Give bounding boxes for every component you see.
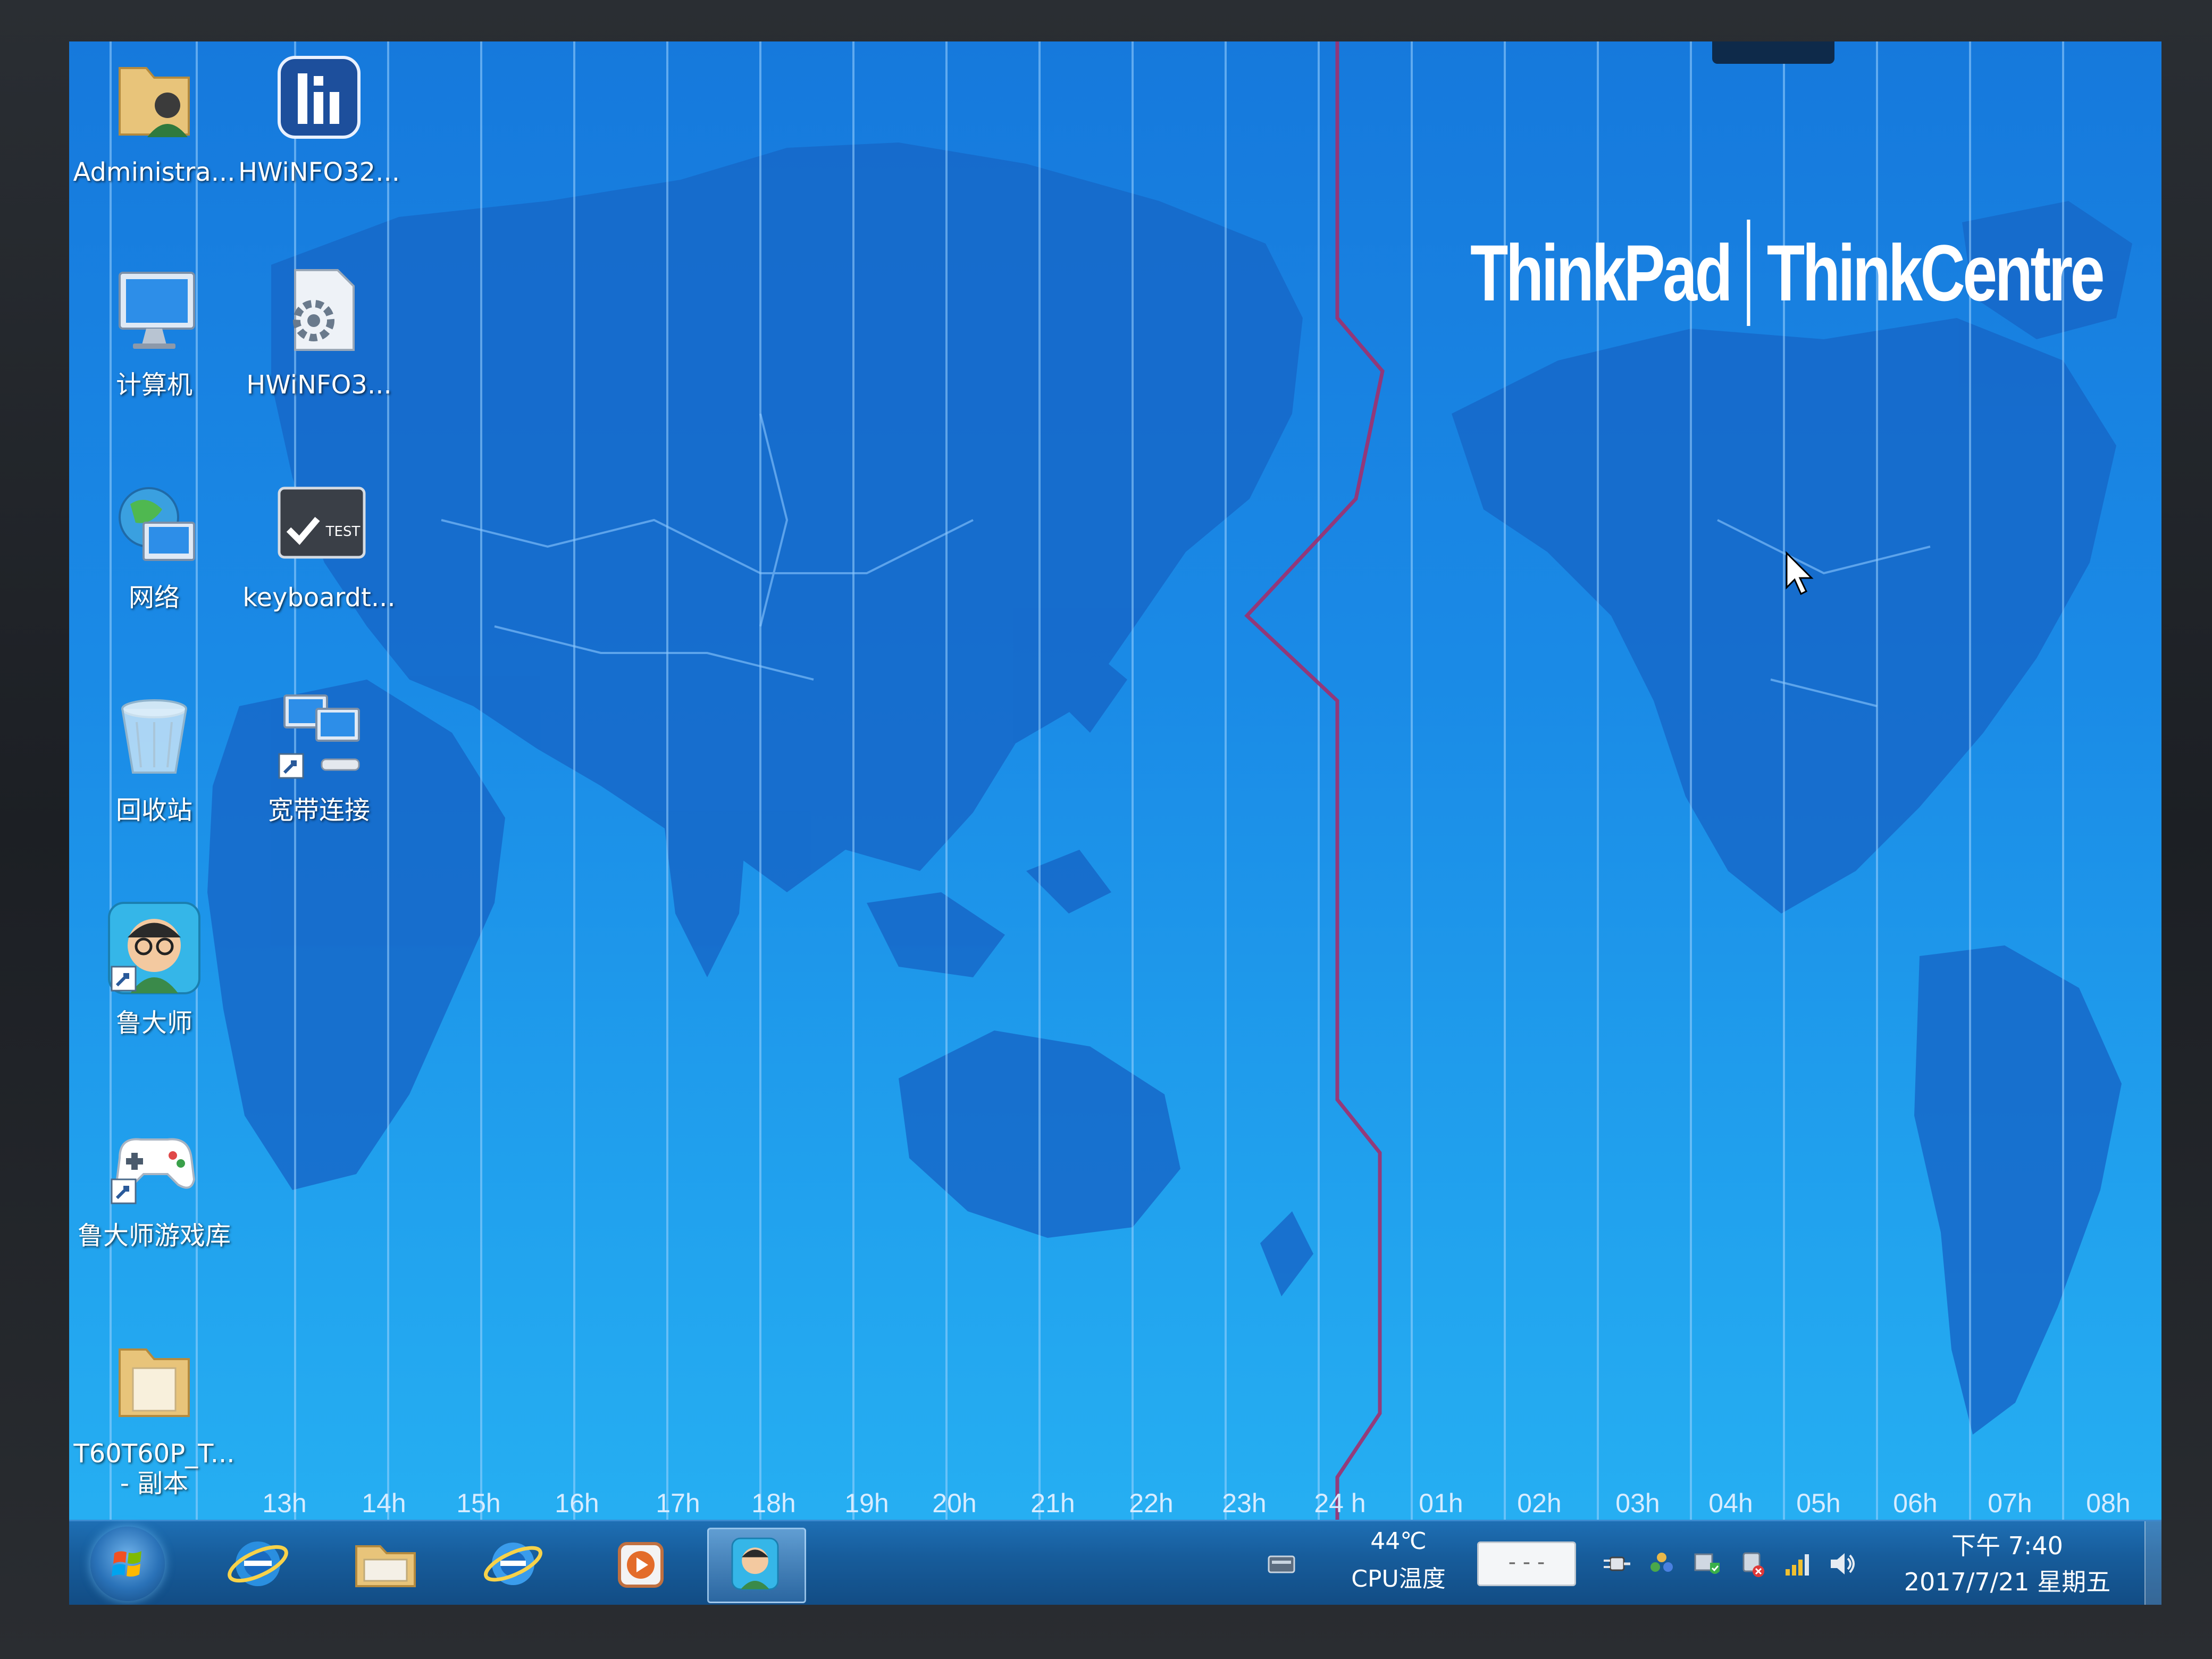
hour-label: 04h [1708,1488,1753,1518]
hour-label: 08h [2086,1488,2131,1518]
desktop-icon-hwinfo-config[interactable]: HWiNFO3... [234,259,404,400]
desktop-icon-computer[interactable]: 计算机 [69,259,239,400]
hour-label: 03h [1615,1488,1660,1518]
user-folder-icon [104,47,205,148]
brand-separator [1747,220,1750,326]
hour-label: 06h [1893,1488,1938,1518]
cpu-temp-value: 44℃ [1370,1528,1427,1555]
cpu-temp-label: CPU温度 [1351,1565,1446,1593]
ie-icon [228,1541,288,1586]
file-explorer-icon [355,1545,416,1587]
settings-file-icon [269,259,370,361]
taskbar-pin-explorer[interactable] [338,1528,433,1600]
start-button[interactable] [90,1527,165,1601]
desktop-icon-ludashi[interactable]: 鲁大师 [69,898,239,1038]
desktop-icon-network[interactable]: 网络 [69,472,239,613]
clock-date[interactable]: 2017/7/21 星期五 [1888,1563,2127,1598]
mouse-cursor-icon [1786,551,1814,596]
ime-input-indicator[interactable]: - - - [1477,1541,1576,1586]
icon-label: keyboardt... [242,583,396,613]
keyboard-test-icon: TEST [269,472,370,573]
brand-logo: ThinkPad ThinkCentre [1470,201,2105,345]
recycle-bin-icon [104,685,205,786]
icon-label: 回收站 [115,795,192,825]
taskbar-pin-media-player[interactable] [593,1528,689,1600]
taskbar-app-ludashi[interactable] [707,1528,806,1603]
wifi-signal-icon[interactable] [1781,1548,1813,1580]
icon-label: 网络 [128,583,180,613]
desktop-screen: ThinkPad ThinkCentre 13h 14h 15h 16h 17h… [69,41,2161,1605]
icon-label: T60T60P_T... [73,1439,235,1469]
icon-label: Administra... [73,157,236,187]
hour-label: 02h [1517,1488,1562,1518]
hour-label: 22h [1129,1488,1174,1518]
desktop-icon-recycle-bin[interactable]: 回收站 [69,685,239,825]
hour-label: 21h [1030,1488,1075,1518]
safely-remove-hardware-icon[interactable] [1736,1548,1768,1580]
hour-label: 14h [362,1488,406,1518]
icon-label: HWiNFO3... [246,370,392,400]
desktop-icon-keyboard-test[interactable]: TEST keyboardt... [234,472,404,613]
hour-label: 16h [555,1488,599,1518]
hour-label: 05h [1796,1488,1841,1518]
show-desktop-button[interactable] [2144,1521,2161,1605]
icon-label: 宽带连接 [267,795,370,825]
hour-label: 01h [1419,1488,1463,1518]
ie-icon [484,1543,542,1585]
keyboard-test-badge: TEST [325,524,361,540]
icon-label: 计算机 [115,370,192,400]
hour-label: 20h [932,1488,977,1518]
taskbar-pin-ie[interactable] [210,1528,306,1600]
hour-label: 15h [456,1488,501,1518]
brand-thinkcentre: ThinkCentre [1766,228,2105,317]
hour-label: 19h [844,1488,889,1518]
folder-icon [104,1328,205,1429]
taskbar-pin-ie-2[interactable] [465,1528,561,1600]
icon-label: 鲁大师 [115,1008,192,1038]
desktop-icon-broadband[interactable]: 宽带连接 [234,685,404,825]
hour-label: 17h [656,1488,700,1518]
hour-label: 24 h [1314,1488,1366,1518]
power-plug-icon[interactable] [1601,1548,1632,1580]
hour-label: 07h [1988,1488,2032,1518]
desktop-icon-hwinfo32[interactable]: HWiNFO32... [234,47,404,187]
windows-logo-icon [112,1551,141,1577]
icon-label: 鲁大师游戏库 [77,1221,231,1251]
desktop-icon-game-library[interactable]: 鲁大师游戏库 [69,1110,239,1251]
users-tray-icon[interactable] [1646,1548,1678,1580]
security-shield-icon[interactable] [1691,1548,1723,1580]
volume-icon[interactable] [1826,1548,1858,1580]
hour-label: 18h [751,1488,796,1518]
icon-label: HWiNFO32... [238,157,400,187]
computer-icon [104,259,205,361]
hour-label: 23h [1222,1488,1267,1518]
ludashi-icon [104,898,205,999]
game-library-icon [104,1110,205,1211]
hour-label: 13h [262,1488,307,1518]
clock-time[interactable]: 下午 7:40 [1888,1527,2127,1562]
desktop-icon-administrator[interactable]: Administra... [69,47,239,187]
hwinfo-icon [269,47,370,148]
ludashi-icon [731,1537,779,1590]
taskbar: 44℃ CPU温度 - - - 下午 7:40 2017/7/21 星期五 [69,1520,2161,1605]
media-player-icon [618,1542,664,1588]
desktop-icon-t60-folder[interactable]: T60T60P_T... - 副本 [69,1328,239,1498]
broadband-connection-icon [269,685,370,786]
brand-thinkpad: ThinkPad [1470,228,1733,317]
icon-label-line2: - 副本 [120,1469,189,1498]
keyboard-tray-icon[interactable] [1266,1548,1297,1580]
network-icon [104,472,205,573]
camera-notch [1712,41,1834,64]
